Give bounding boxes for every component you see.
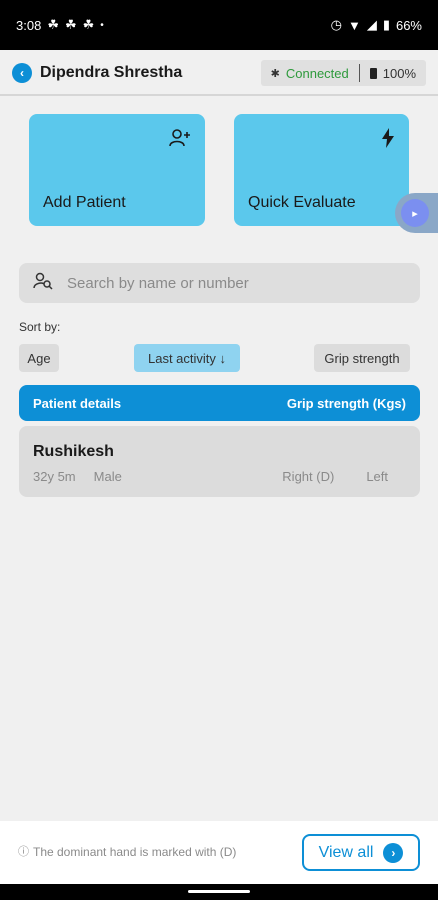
left-hand-value: Left	[366, 469, 388, 484]
speaker-icon: ▸	[401, 199, 429, 227]
status-right: ◷ ▼ ◢ ▮ 66%	[331, 17, 422, 33]
patient-name: Rushikesh	[33, 443, 114, 460]
bluetooth-icon: ✱	[270, 67, 280, 80]
floating-assistant-button[interactable]: ▸	[395, 193, 438, 233]
table-header: Patient details Grip strength (Kgs)	[19, 385, 420, 421]
chevron-right-icon: ›	[383, 842, 404, 863]
search-bar[interactable]	[19, 263, 420, 303]
patient-hands: Right (D) Left	[282, 469, 388, 484]
right-hand-value: Right (D)	[282, 469, 335, 484]
col-patient-details: Patient details	[33, 395, 122, 411]
add-patient-label: Add Patient	[43, 194, 126, 211]
patient-gender: Male	[93, 469, 122, 484]
connection-label: Connected	[285, 65, 349, 81]
patient-row[interactable]: Rushikesh 32y 5m Male Right (D) Left	[19, 426, 420, 497]
add-patient-button[interactable]: Add Patient	[29, 114, 205, 226]
app-header: ‹ Dipendra Shrestha ✱ Connected 100%	[0, 52, 438, 96]
user-name: Dipendra Shrestha	[40, 64, 183, 81]
ghost-icon: ☘	[82, 17, 95, 32]
status-dot: •	[100, 19, 104, 31]
device-battery-label: 100%	[382, 65, 416, 81]
quick-evaluate-label: Quick Evaluate	[248, 194, 356, 211]
sort-grip-strength-chip[interactable]: Grip strength	[314, 344, 410, 372]
status-left: 3:08 ☘ ☘ ☘ •	[16, 17, 104, 33]
person-search-icon	[33, 272, 53, 294]
view-all-label: View all	[318, 843, 374, 861]
back-icon[interactable]: ‹	[12, 63, 32, 83]
system-nav-bar	[0, 884, 438, 900]
device-battery: 100%	[360, 66, 426, 81]
home-indicator[interactable]	[188, 890, 250, 893]
dominant-hand-note: ⓘ The dominant hand is marked with (D)	[18, 845, 258, 860]
ghost-icon: ☘	[47, 17, 59, 32]
battery-icon: ▮	[382, 17, 390, 32]
alarm-icon: ◷	[330, 17, 342, 32]
status-time: 3:08	[16, 17, 42, 33]
search-input[interactable]	[67, 274, 406, 292]
device-status[interactable]: ✱ Connected 100%	[260, 60, 426, 86]
info-icon: ⓘ	[18, 846, 29, 858]
status-battery: 66%	[395, 17, 422, 33]
signal-icon: ◢	[366, 17, 377, 32]
col-grip-strength: Grip strength (Kgs)	[286, 395, 406, 411]
view-all-button[interactable]: View all ›	[302, 834, 420, 871]
ghost-icon: ☘	[64, 17, 77, 32]
battery-icon	[369, 67, 377, 79]
footer: ⓘ The dominant hand is marked with (D) V…	[0, 821, 438, 884]
connection-status: ✱ Connected	[261, 60, 359, 86]
lightning-icon	[381, 128, 395, 153]
sort-last-activity-chip[interactable]: Last activity ↓	[134, 344, 240, 372]
quick-evaluate-button[interactable]: Quick Evaluate	[234, 114, 409, 226]
dominant-hand-text: The dominant hand is marked with (D)	[33, 845, 237, 859]
sort-age-chip[interactable]: Age	[19, 344, 59, 372]
add-person-icon	[169, 128, 191, 153]
wifi-icon: ▼	[347, 17, 361, 33]
sort-label: Sort by:	[19, 320, 61, 334]
patient-age: 32y 5m	[33, 469, 76, 484]
patient-meta: 32y 5m Male	[33, 469, 122, 484]
status-bar: 3:08 ☘ ☘ ☘ • ◷ ▼ ◢ ▮ 66%	[0, 0, 438, 50]
